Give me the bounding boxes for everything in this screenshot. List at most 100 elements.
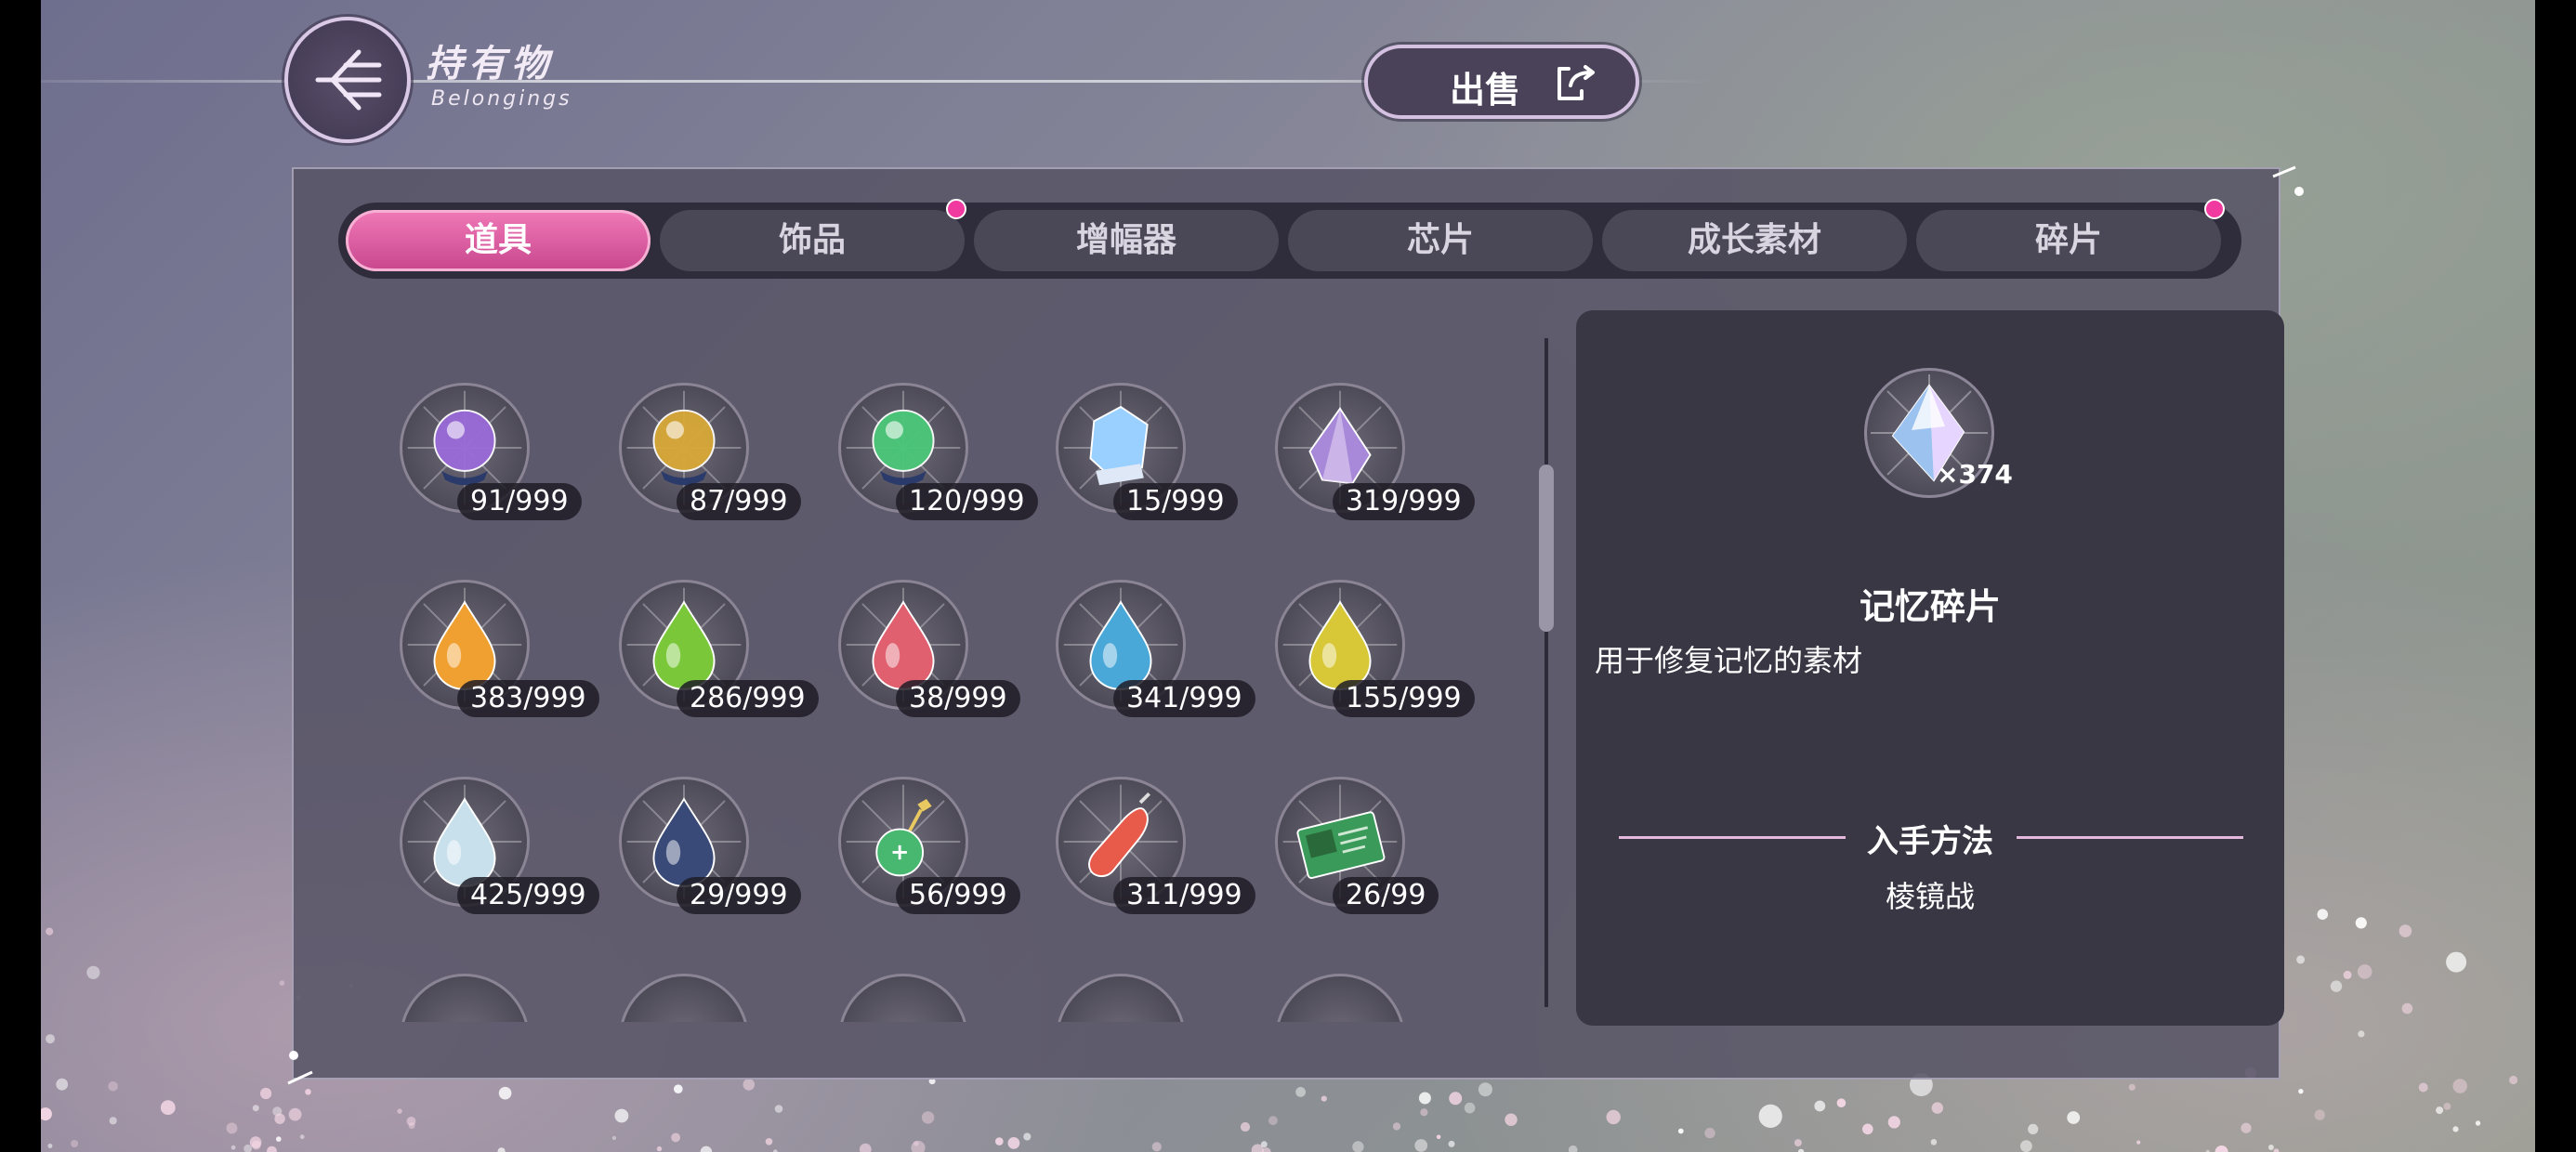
sparkle: [1677, 1128, 1684, 1134]
sparkle: [1418, 1092, 1431, 1105]
inventory-item[interactable]: 286/999: [595, 550, 819, 727]
inventory-item-partial[interactable]: [595, 944, 808, 1022]
tab-growth-materials[interactable]: 成长素材: [1602, 210, 1907, 271]
sparkle: [1414, 1139, 1428, 1152]
inventory-item[interactable]: 87/999: [595, 353, 808, 530]
sparkle: [2475, 1120, 2481, 1126]
sparkle: [1436, 1134, 1441, 1140]
sparkle: [279, 980, 285, 986]
detail-quantity: ×374: [1937, 459, 2013, 490]
sparkle: [109, 1117, 117, 1125]
sparkle: [2317, 909, 2329, 920]
sparkle: [1260, 1141, 1268, 1148]
notification-badge: [946, 199, 966, 219]
sparkle: [700, 1145, 713, 1152]
inventory-item-partial[interactable]: [375, 944, 589, 1022]
tab-accessories[interactable]: 饰品: [660, 210, 965, 271]
sparkle: [1007, 1137, 1020, 1149]
sparkle: [1887, 1116, 1900, 1129]
scrollbar-track[interactable]: [1544, 338, 1548, 1007]
inventory-item[interactable]: 120/999: [814, 353, 1038, 530]
page-title: 持有物: [426, 43, 554, 85]
inventory-item[interactable]: 26/99: [1251, 747, 1465, 923]
tab-amplifiers[interactable]: 增幅器: [974, 210, 1279, 271]
notification-badge: [2204, 199, 2225, 219]
inventory-item[interactable]: 15/999: [1032, 353, 1245, 530]
export-icon: [1557, 65, 1595, 100]
sparkle: [2298, 1089, 2304, 1094]
item-count: 341/999: [1113, 680, 1255, 717]
item-count: 91/999: [457, 483, 582, 520]
sparkle: [614, 1108, 629, 1123]
item-detail-panel: ×374 记忆碎片 用于修复记忆的素材 入手方法 棱镜战: [1576, 310, 2284, 1026]
sparkle: [1931, 1102, 1943, 1114]
inventory-item[interactable]: 56/999: [814, 747, 1028, 923]
sparkle: [1023, 1132, 1032, 1141]
sparkle: [249, 1136, 262, 1148]
item-frame: [400, 974, 530, 1022]
sparkle: [1352, 1141, 1364, 1152]
item-frame: [1275, 974, 1405, 1022]
inventory-item[interactable]: 91/999: [375, 353, 589, 530]
sparkle: [2028, 1123, 2039, 1134]
inventory-item[interactable]: 29/999: [595, 747, 808, 923]
sparkle: [2446, 951, 2467, 973]
inventory-item[interactable]: 383/999: [375, 550, 599, 727]
sparkle: [2273, 1148, 2280, 1152]
scrollbar-thumb[interactable]: [1539, 465, 1554, 632]
sparkle: [859, 1143, 872, 1152]
inventory-item[interactable]: 155/999: [1251, 550, 1475, 727]
sell-button[interactable]: 出售: [1364, 45, 1639, 119]
tab-chips[interactable]: 芯片: [1288, 210, 1593, 271]
sparkle: [2314, 1109, 2325, 1120]
back-button[interactable]: [284, 17, 411, 143]
sparkle: [2401, 1002, 2413, 1015]
item-count: 87/999: [677, 483, 801, 520]
sparkle: [1704, 1127, 1715, 1139]
inventory-item[interactable]: 319/999: [1251, 353, 1475, 530]
sparkle: [2509, 1075, 2518, 1085]
sparkle: [230, 1145, 236, 1150]
sparkle: [1251, 1144, 1264, 1152]
detail-item-description: 用于修复记忆的素材: [1595, 643, 1863, 678]
inventory-item-partial[interactable]: [1251, 944, 1465, 1022]
inventory-item[interactable]: 38/999: [814, 550, 1028, 727]
sparkle: [272, 1106, 283, 1117]
sparkle: [288, 1107, 302, 1121]
sparkle: [2418, 1082, 2428, 1093]
item-frame: [838, 974, 968, 1022]
sparkle: [1261, 1147, 1271, 1152]
sparkle: [86, 965, 100, 979]
inventory-item[interactable]: 311/999: [1032, 747, 1255, 923]
sparkle: [408, 1122, 415, 1130]
tab-items[interactable]: 道具: [346, 210, 651, 271]
sparkle: [1464, 1102, 1476, 1114]
sparkle: [160, 1100, 176, 1116]
sparkle: [1794, 1139, 1802, 1147]
sparkle: [2358, 1030, 2365, 1038]
tab-fragments[interactable]: 碎片: [1916, 210, 2221, 271]
inventory-item[interactable]: 341/999: [1032, 550, 1255, 727]
sparkle: [252, 1105, 259, 1112]
inventory-item[interactable]: 425/999: [375, 747, 599, 923]
item-count: 120/999: [896, 483, 1038, 520]
inventory-item-partial[interactable]: [1032, 944, 1245, 1022]
sparkle: [47, 1144, 53, 1148]
sparkle: [2343, 970, 2352, 979]
sparkle: [911, 1140, 926, 1152]
sparkle: [2215, 1145, 2228, 1152]
corner-decoration: [2272, 165, 2304, 196]
sparkle: [656, 1145, 663, 1152]
sparkle: [1758, 1104, 1782, 1128]
item-count: 15/999: [1113, 483, 1238, 520]
inventory-item-partial[interactable]: [814, 944, 1028, 1022]
acquire-method-source[interactable]: 棱镜战: [1576, 873, 2284, 916]
sparkle: [226, 1122, 238, 1134]
sparkle: [397, 1108, 402, 1114]
sparkle: [671, 1132, 680, 1143]
sparkle: [251, 1140, 261, 1150]
sparkle: [1606, 1109, 1621, 1125]
sparkle: [913, 1141, 919, 1146]
sparkle: [299, 1134, 305, 1140]
sparkle: [46, 1034, 55, 1044]
